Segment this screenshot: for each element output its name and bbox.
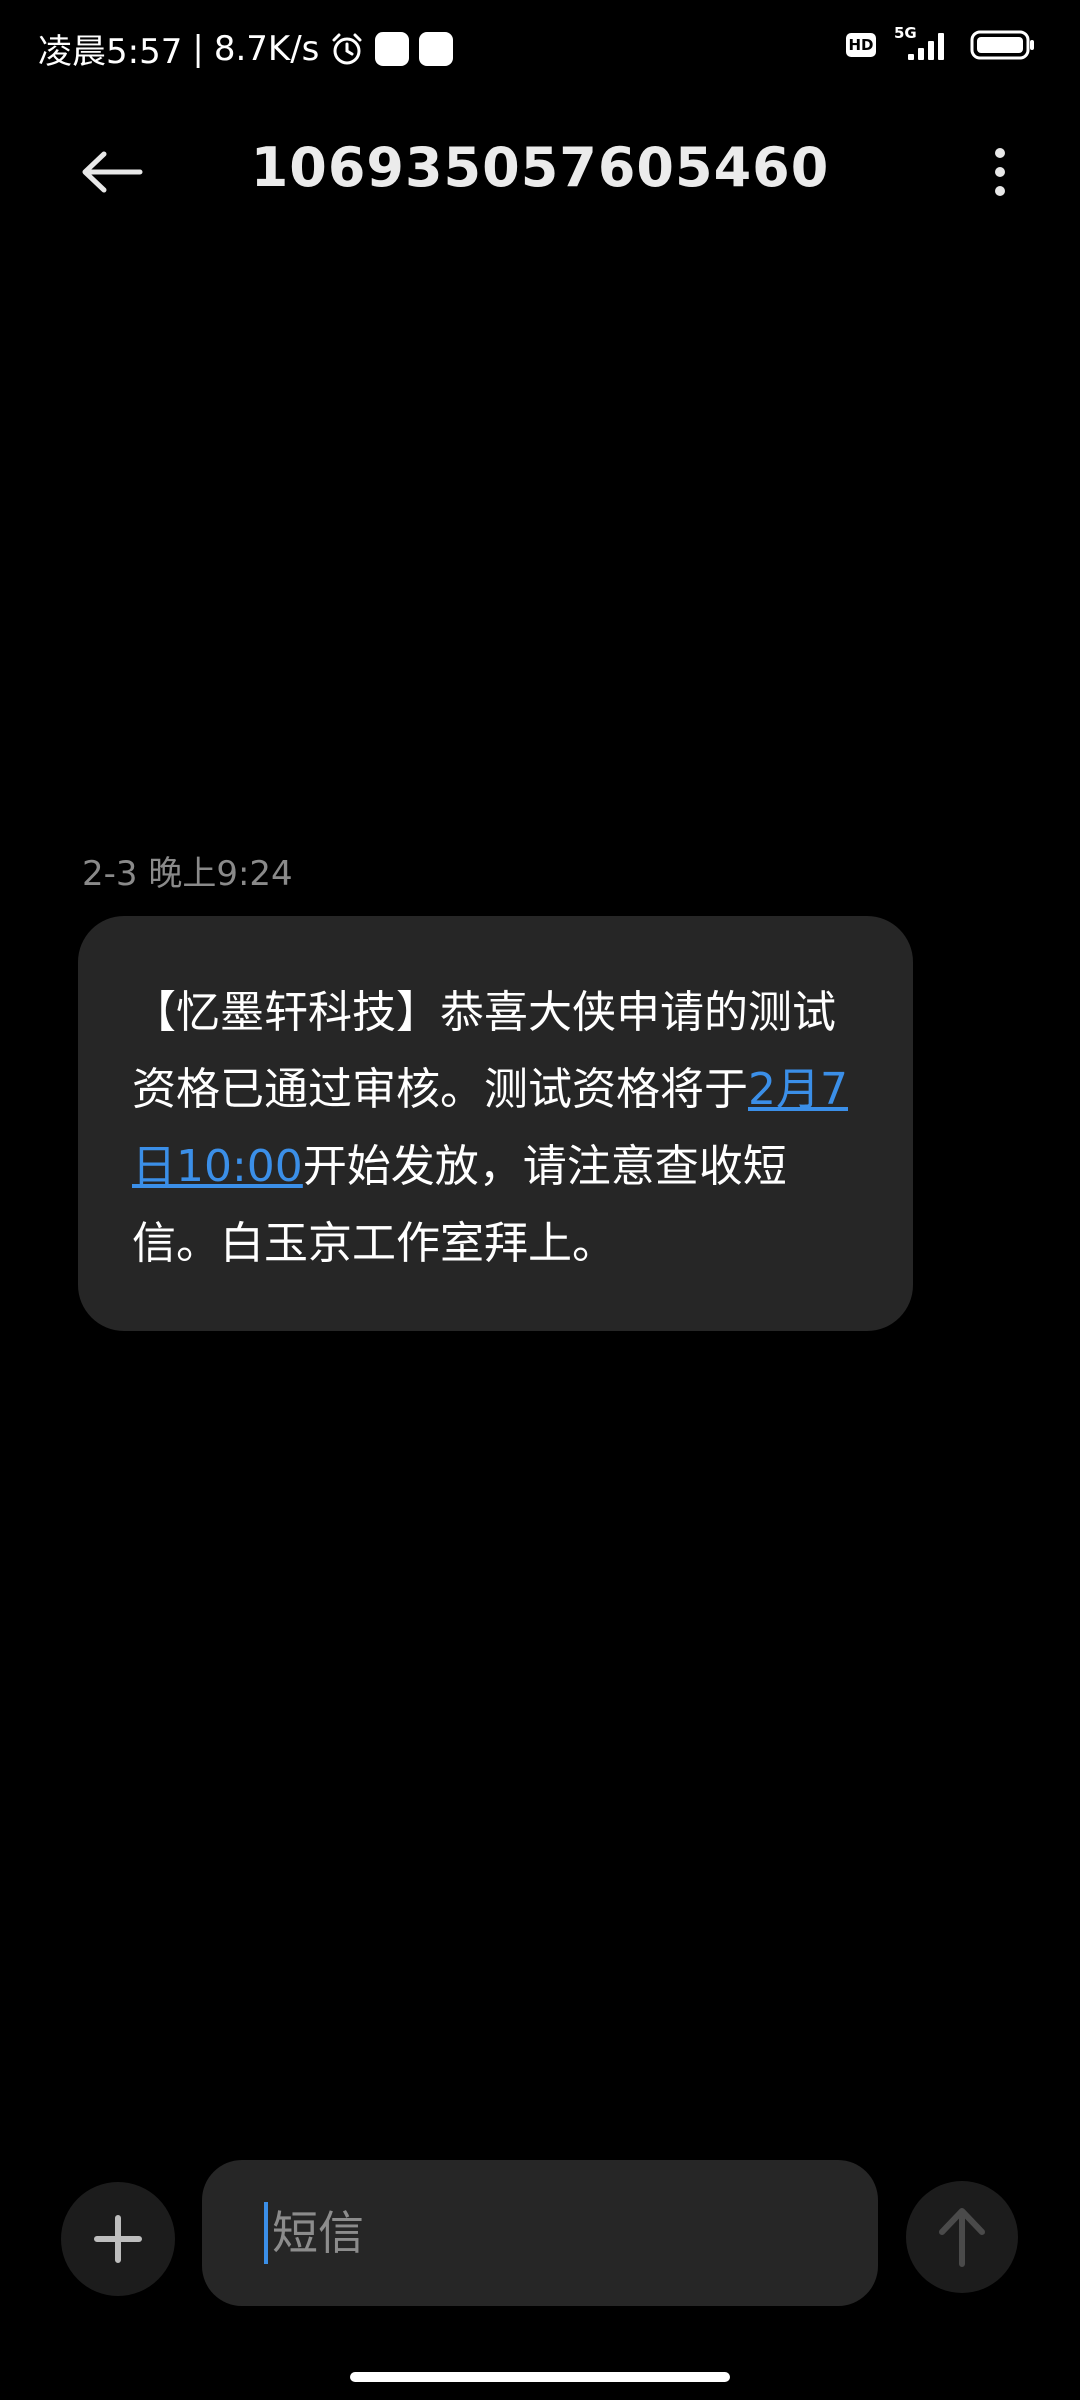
network-speed: 8.7K/s: [213, 28, 320, 69]
text-cursor: [264, 2202, 268, 2264]
add-attachment-button[interactable]: [61, 2182, 175, 2296]
message-input[interactable]: [270, 2205, 834, 2261]
header: 106935057605460: [0, 110, 1080, 230]
plus-icon: [94, 2215, 142, 2263]
battery-icon: [970, 29, 1036, 61]
send-button[interactable]: [906, 2181, 1018, 2293]
status-separator: |: [192, 28, 204, 69]
status-bar: 凌晨5:57 | 8.7K/s HD 5G: [0, 0, 1080, 92]
more-vertical-icon: [995, 148, 1005, 196]
app-notification-icon: [419, 31, 454, 66]
alarm-icon: [329, 31, 365, 67]
status-left: 凌晨5:57 | 8.7K/s: [38, 24, 454, 73]
status-time: 凌晨5:57: [38, 32, 183, 72]
status-right: HD 5G: [846, 24, 1036, 62]
home-indicator[interactable]: [350, 2372, 730, 2382]
more-button[interactable]: [960, 132, 1040, 212]
arrow-up-icon: [939, 2208, 985, 2267]
signal-icon: 5G: [894, 24, 952, 62]
message-bubble[interactable]: 【忆墨轩科技】恭喜大侠申请的测试资格已通过审核。测试资格将于2月7日10:00开…: [78, 916, 913, 1331]
page-title: 106935057605460: [250, 136, 830, 199]
message-text: 【忆墨轩科技】恭喜大侠申请的测试资格已通过审核。测试资格将于2月7日10:00开…: [132, 974, 857, 1282]
network-type-label: 5G: [894, 24, 917, 42]
hd-icon: HD: [846, 33, 876, 57]
message-timestamp: 2-3 晚上9:24: [82, 854, 293, 894]
message-compose-field[interactable]: [202, 2160, 878, 2306]
message-text-part: 【忆墨轩科技】恭喜大侠申请的测试资格已通过审核。测试资格将于: [132, 987, 836, 1115]
app-notification-icon: [375, 31, 410, 66]
